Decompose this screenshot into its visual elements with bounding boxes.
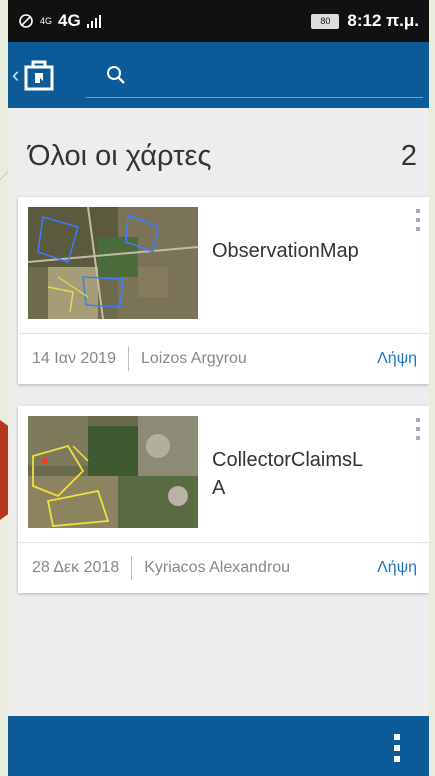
more-vertical-icon[interactable] (415, 418, 421, 440)
more-vertical-icon[interactable] (393, 734, 401, 762)
network-type: 4G (58, 11, 81, 30)
status-bar: 4G 4G 80 8:12 π.μ. (8, 0, 429, 42)
meta-separator (131, 556, 133, 580)
battery-indicator: 80 (311, 13, 340, 29)
no-sim-icon (19, 14, 33, 28)
map-card[interactable]: CollectorClaimsLA 28 Δεκ 2018 Kyriacos A… (18, 406, 429, 593)
chevron-left-icon[interactable]: ‹ (12, 62, 19, 88)
more-vertical-icon[interactable] (415, 209, 421, 231)
download-button[interactable]: Λήψη (377, 350, 417, 368)
map-owner: Loizos Argyrou (140, 350, 247, 367)
map-date: 14 Ιαν 2019 (32, 350, 116, 367)
bottom-bar (8, 716, 429, 776)
meta-separator (127, 347, 129, 371)
app-bar: ‹ (8, 42, 429, 108)
search-icon[interactable] (105, 64, 127, 86)
map-thumbnail[interactable] (28, 416, 198, 528)
signal-icon (86, 15, 101, 28)
map-meta: 28 Δεκ 2018 Kyriacos Alexandrou Λήψη (18, 543, 429, 593)
phone-screen: 4G 4G 80 8:12 π.μ. ‹ Όλοι οι χάρτες 2 Ob… (8, 0, 429, 776)
map-thumbnail[interactable] (28, 207, 198, 319)
maps-header: Όλοι οι χάρτες 2 (8, 120, 429, 192)
collector-app-icon[interactable] (23, 58, 55, 92)
search-input-underline[interactable] (86, 97, 423, 98)
map-date: 28 Δεκ 2018 (32, 559, 120, 576)
page-title: Όλοι οι χάρτες (28, 139, 212, 172)
map-card[interactable]: ObservationMap 14 Ιαν 2019 Loizos Argyro… (18, 197, 429, 384)
clock: 8:12 π.μ. (347, 11, 419, 30)
map-owner: Kyriacos Alexandrou (144, 559, 291, 576)
maps-count: 2 (400, 139, 417, 172)
download-button[interactable]: Λήψη (377, 559, 417, 577)
map-meta: 14 Ιαν 2019 Loizos Argyrou Λήψη (18, 334, 429, 384)
map-name[interactable]: CollectorClaimsLA (212, 446, 372, 502)
network-small-label: 4G (40, 15, 53, 26)
map-name[interactable]: ObservationMap (212, 237, 372, 265)
